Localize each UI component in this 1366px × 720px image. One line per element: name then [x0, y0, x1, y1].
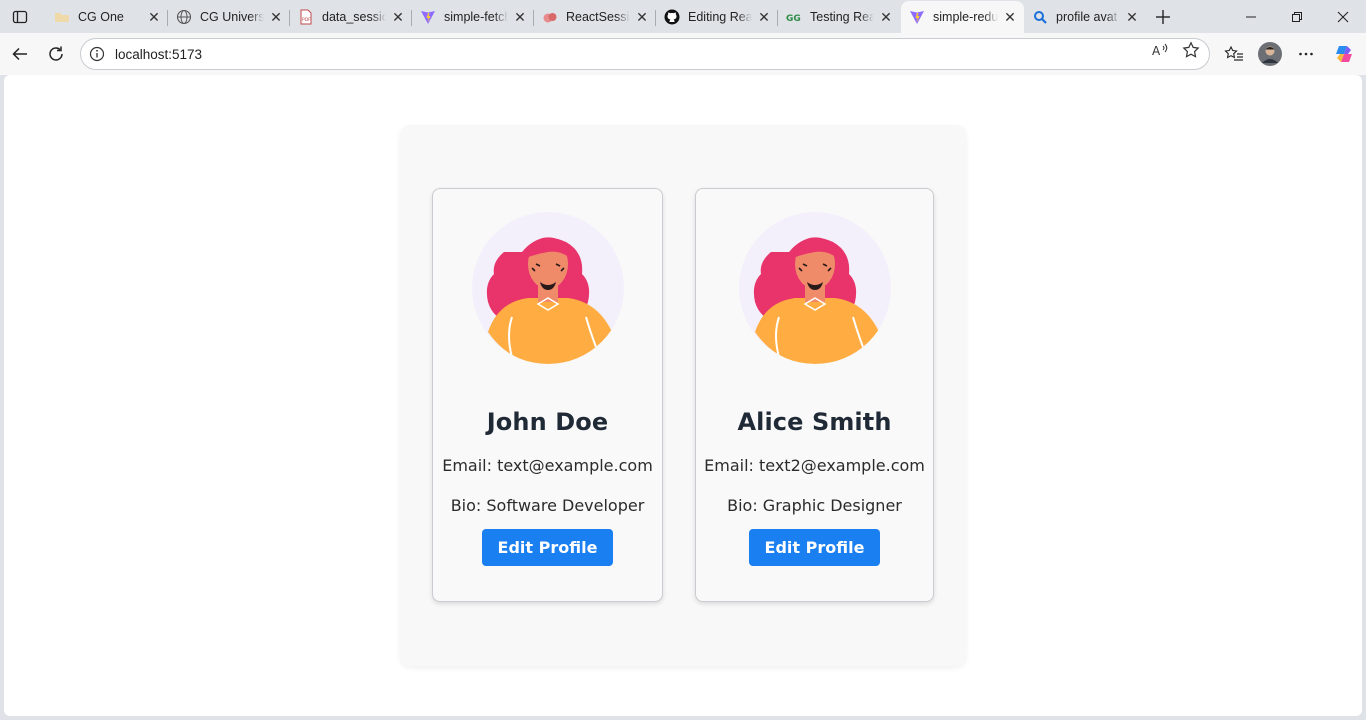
copilot-button[interactable] [1329, 39, 1359, 69]
close-tab-icon[interactable]: ✕ [146, 9, 162, 25]
folder-icon [54, 9, 70, 25]
tab-testing-react[interactable]: GG Testing Rea ✕ [778, 2, 900, 32]
close-window-button[interactable] [1320, 0, 1366, 33]
profile-avatar-button[interactable] [1255, 39, 1285, 69]
close-tab-icon[interactable]: ✕ [390, 9, 406, 25]
tab-title: ReactSession [566, 10, 630, 24]
close-tab-icon[interactable]: ✕ [634, 9, 650, 25]
tab-cg-one[interactable]: CG One ✕ [46, 2, 168, 32]
svg-text:A: A [1152, 44, 1161, 58]
page-viewport: John Doe Email: text@example.com Bio: So… [4, 75, 1362, 716]
tab-data-session[interactable]: PDF data_session ✕ [290, 2, 412, 32]
geeksforgeeks-icon: GG [786, 9, 802, 25]
tab-strip: CG One ✕ CG University ✕ PDF data_sessio… [0, 0, 1366, 33]
profile-email: Email: text2@example.com [704, 456, 925, 475]
profile-bio: Bio: Software Developer [450, 496, 645, 515]
close-tab-icon[interactable]: ✕ [268, 9, 284, 25]
back-button[interactable] [5, 39, 35, 69]
vite-icon [420, 9, 436, 25]
restore-icon [1292, 11, 1302, 22]
cloud-icon [542, 9, 558, 25]
more-dots-icon [1299, 52, 1313, 56]
profile-name: Alice Smith [737, 408, 892, 436]
tab-actions-icon [12, 10, 28, 24]
settings-more-button[interactable] [1291, 39, 1321, 69]
tab-title: Editing Rea [688, 10, 752, 24]
tab-title: simple-fetch [444, 10, 508, 24]
close-tab-icon[interactable]: ✕ [1124, 9, 1140, 25]
copilot-icon [1336, 46, 1352, 62]
profile-bio: Bio: Graphic Designer [727, 496, 902, 515]
minimize-button[interactable] [1228, 0, 1274, 33]
svg-text:PDF: PDF [302, 17, 311, 23]
tab-editing-react[interactable]: Editing Rea ✕ [656, 2, 778, 32]
url-text: localhost:5173 [115, 46, 203, 62]
close-tab-icon[interactable]: ✕ [512, 9, 528, 25]
profile-name: John Doe [486, 408, 609, 436]
close-tab-icon[interactable]: ✕ [1002, 9, 1018, 25]
pdf-icon: PDF [298, 9, 314, 25]
favorites-list-icon [1224, 45, 1243, 61]
tab-title: simple-redu [933, 10, 998, 24]
read-aloud-icon[interactable]: A [1150, 40, 1170, 60]
search-icon [1032, 9, 1048, 25]
restore-button[interactable] [1274, 0, 1320, 33]
edit-profile-button[interactable]: Edit Profile [748, 529, 881, 566]
globe-icon [176, 9, 192, 25]
tab-title: profile avat [1056, 10, 1118, 24]
avatar [1258, 42, 1282, 66]
favorite-star-icon[interactable] [1181, 40, 1201, 60]
tab-simple-redux[interactable]: simple-redu ✕ [901, 1, 1024, 33]
tab-simple-fetch[interactable]: simple-fetch ✕ [412, 2, 534, 32]
browser-toolbar: localhost:5173 A [0, 33, 1366, 75]
refresh-button[interactable] [41, 39, 71, 69]
plus-icon [1156, 10, 1170, 24]
edit-profile-button[interactable]: Edit Profile [481, 529, 614, 566]
address-bar[interactable]: localhost:5173 [80, 38, 1210, 70]
minimize-icon [1246, 16, 1256, 17]
profile-avatar-image [471, 212, 624, 364]
refresh-icon [49, 46, 63, 61]
tab-title: data_session [322, 10, 386, 24]
close-icon [1337, 11, 1349, 22]
profile-avatar-image [738, 212, 891, 364]
vite-icon [909, 9, 925, 25]
profile-email: Email: text@example.com [442, 456, 653, 475]
svg-text:GG: GG [786, 14, 801, 24]
tab-profile-avatar[interactable]: profile avat ✕ [1024, 2, 1146, 32]
favorites-button[interactable] [1219, 39, 1249, 69]
back-arrow-icon [12, 47, 27, 61]
tab-title: Testing Rea [810, 10, 874, 24]
tab-actions-button[interactable] [8, 6, 32, 28]
profile-card: Alice Smith Email: text2@example.com Bio… [695, 188, 934, 602]
site-info-icon[interactable] [89, 46, 105, 62]
close-tab-icon[interactable]: ✕ [878, 9, 894, 25]
tab-title: CG University [200, 10, 264, 24]
profile-card: John Doe Email: text@example.com Bio: So… [432, 188, 663, 602]
profiles-container: John Doe Email: text@example.com Bio: So… [400, 125, 966, 666]
tab-react-session[interactable]: ReactSession ✕ [534, 2, 656, 32]
new-tab-button[interactable] [1152, 6, 1174, 28]
github-icon [664, 9, 680, 25]
tab-cg-university[interactable]: CG University ✕ [168, 2, 290, 32]
tab-title: CG One [78, 10, 124, 24]
close-tab-icon[interactable]: ✕ [756, 9, 772, 25]
